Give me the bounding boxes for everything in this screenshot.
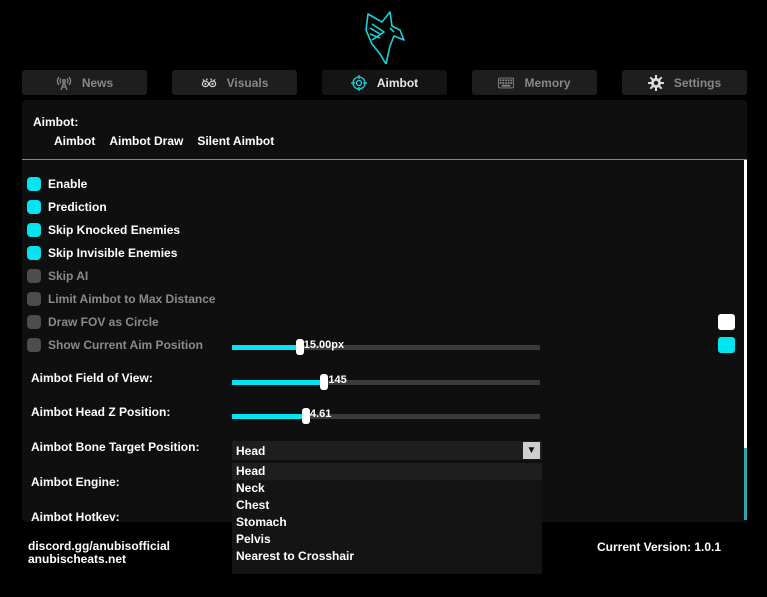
sub-header: Aimbot: Aimbot Aimbot Draw Silent Aimbot bbox=[22, 100, 747, 160]
checkbox-skip-invisible[interactable]: Skip Invisible Enemies bbox=[27, 246, 177, 260]
checkbox-label: Prediction bbox=[48, 200, 107, 214]
checkbox-skip-knocked[interactable]: Skip Knocked Enemies bbox=[27, 223, 180, 237]
checkbox-box[interactable] bbox=[27, 177, 41, 191]
checkbox-box[interactable] bbox=[27, 246, 41, 260]
select-value: Head bbox=[236, 443, 266, 458]
footer-links: discord.gg/anubisofficial anubischeats.n… bbox=[28, 540, 170, 566]
dropdown-option-nearest[interactable]: Nearest to Crosshair bbox=[232, 548, 542, 565]
checkbox-label: Limit Aimbot to Max Distance bbox=[48, 292, 216, 306]
slider-fill bbox=[232, 345, 300, 350]
dropdown-option-chest[interactable]: Chest bbox=[232, 497, 542, 514]
tab-visuals[interactable]: Visuals bbox=[172, 70, 297, 95]
section-title: Aimbot: bbox=[33, 115, 79, 129]
checkbox-label: Enable bbox=[48, 177, 88, 191]
checkbox-label: Draw FOV as Circle bbox=[48, 315, 159, 329]
slider-fill bbox=[232, 380, 325, 385]
checkbox-box[interactable] bbox=[27, 200, 41, 214]
checkbox-prediction[interactable]: Prediction bbox=[27, 200, 107, 214]
fov-label: Aimbot Field of View: bbox=[31, 371, 153, 385]
gear-icon bbox=[647, 74, 664, 91]
crosshair-icon bbox=[350, 74, 367, 91]
color-swatch-aim-position[interactable] bbox=[718, 337, 735, 353]
slider-thumb[interactable] bbox=[295, 339, 304, 355]
tab-aimbot[interactable]: Aimbot bbox=[322, 70, 447, 95]
checkbox-label: Skip AI bbox=[48, 269, 89, 283]
checkbox-limit-distance[interactable]: Limit Aimbot to Max Distance bbox=[27, 292, 216, 306]
checkbox-label: Skip Invisible Enemies bbox=[48, 246, 178, 260]
dropdown-option-pelvis[interactable]: Pelvis bbox=[232, 531, 542, 548]
tab-memory[interactable]: Memory bbox=[472, 70, 597, 95]
checkbox-show-aim-position[interactable]: Show Current Aim Position bbox=[27, 338, 203, 352]
bone-target-dropdown: Head Neck Chest Stomach Pelvis Nearest t… bbox=[232, 463, 542, 574]
checkbox-box[interactable] bbox=[27, 315, 41, 329]
slider-thumb[interactable] bbox=[320, 374, 329, 390]
slider-fov[interactable]: 145 bbox=[232, 374, 540, 390]
slider-value: 4.61 bbox=[309, 408, 332, 420]
dropdown-option-neck[interactable]: Neck bbox=[232, 480, 542, 497]
engine-label: Aimbot Engine: bbox=[31, 475, 120, 489]
version-text: Current Version: 1.0.1 bbox=[597, 540, 722, 554]
scrollbar-thumb[interactable] bbox=[744, 448, 747, 520]
tab-label: Settings bbox=[673, 75, 722, 90]
tab-label: Memory bbox=[524, 75, 571, 90]
checkbox-fov-circle[interactable]: Draw FOV as Circle bbox=[27, 315, 159, 329]
subtab-aimbot[interactable]: Aimbot bbox=[54, 134, 95, 148]
checkbox-skip-ai[interactable]: Skip AI bbox=[27, 269, 88, 283]
subtab-aimbot-draw[interactable]: Aimbot Draw bbox=[109, 134, 183, 148]
head-z-label: Aimbot Head Z Position: bbox=[31, 405, 171, 419]
dropdown-option-stomach[interactable]: Stomach bbox=[232, 514, 542, 531]
eyes-icon bbox=[201, 75, 217, 91]
checkbox-box[interactable] bbox=[27, 338, 41, 352]
slider-head-z[interactable]: 4.61 bbox=[232, 408, 540, 424]
checkbox-label: Show Current Aim Position bbox=[48, 338, 203, 352]
slider-value: 15.00px bbox=[303, 339, 345, 351]
keyboard-icon bbox=[498, 75, 515, 91]
bone-target-select[interactable]: Head ▼ bbox=[232, 441, 542, 460]
checkbox-label: Skip Knocked Enemies bbox=[48, 223, 181, 237]
tab-label: Aimbot bbox=[376, 75, 419, 90]
tab-label: Visuals bbox=[226, 75, 269, 90]
tab-settings[interactable]: Settings bbox=[622, 70, 747, 95]
anubis-logo-icon bbox=[365, 11, 405, 64]
chevron-down-icon[interactable]: ▼ bbox=[523, 442, 540, 459]
color-swatch-fov[interactable] bbox=[718, 314, 735, 330]
broadcast-icon bbox=[56, 75, 72, 91]
checkbox-enable[interactable]: Enable bbox=[27, 177, 87, 191]
slider-value: 145 bbox=[328, 374, 347, 386]
slider-aim-position[interactable]: 15.00px bbox=[232, 339, 540, 355]
checkbox-box[interactable] bbox=[27, 292, 41, 306]
bone-target-label: Aimbot Bone Target Position: bbox=[31, 440, 200, 454]
subtab-bar: Aimbot Aimbot Draw Silent Aimbot bbox=[54, 134, 274, 148]
slider-thumb[interactable] bbox=[301, 408, 310, 424]
slider-fill bbox=[232, 414, 306, 419]
checkbox-box[interactable] bbox=[27, 223, 41, 237]
checkbox-box[interactable] bbox=[27, 269, 41, 283]
subtab-silent-aimbot[interactable]: Silent Aimbot bbox=[197, 134, 274, 148]
tab-news[interactable]: News bbox=[22, 70, 147, 95]
website-link[interactable]: anubischeats.net bbox=[28, 553, 170, 566]
tab-label: News bbox=[81, 75, 114, 90]
hotkey-label: Aimbot Hotkey: bbox=[31, 510, 120, 521]
dropdown-option-head[interactable]: Head bbox=[232, 463, 542, 480]
